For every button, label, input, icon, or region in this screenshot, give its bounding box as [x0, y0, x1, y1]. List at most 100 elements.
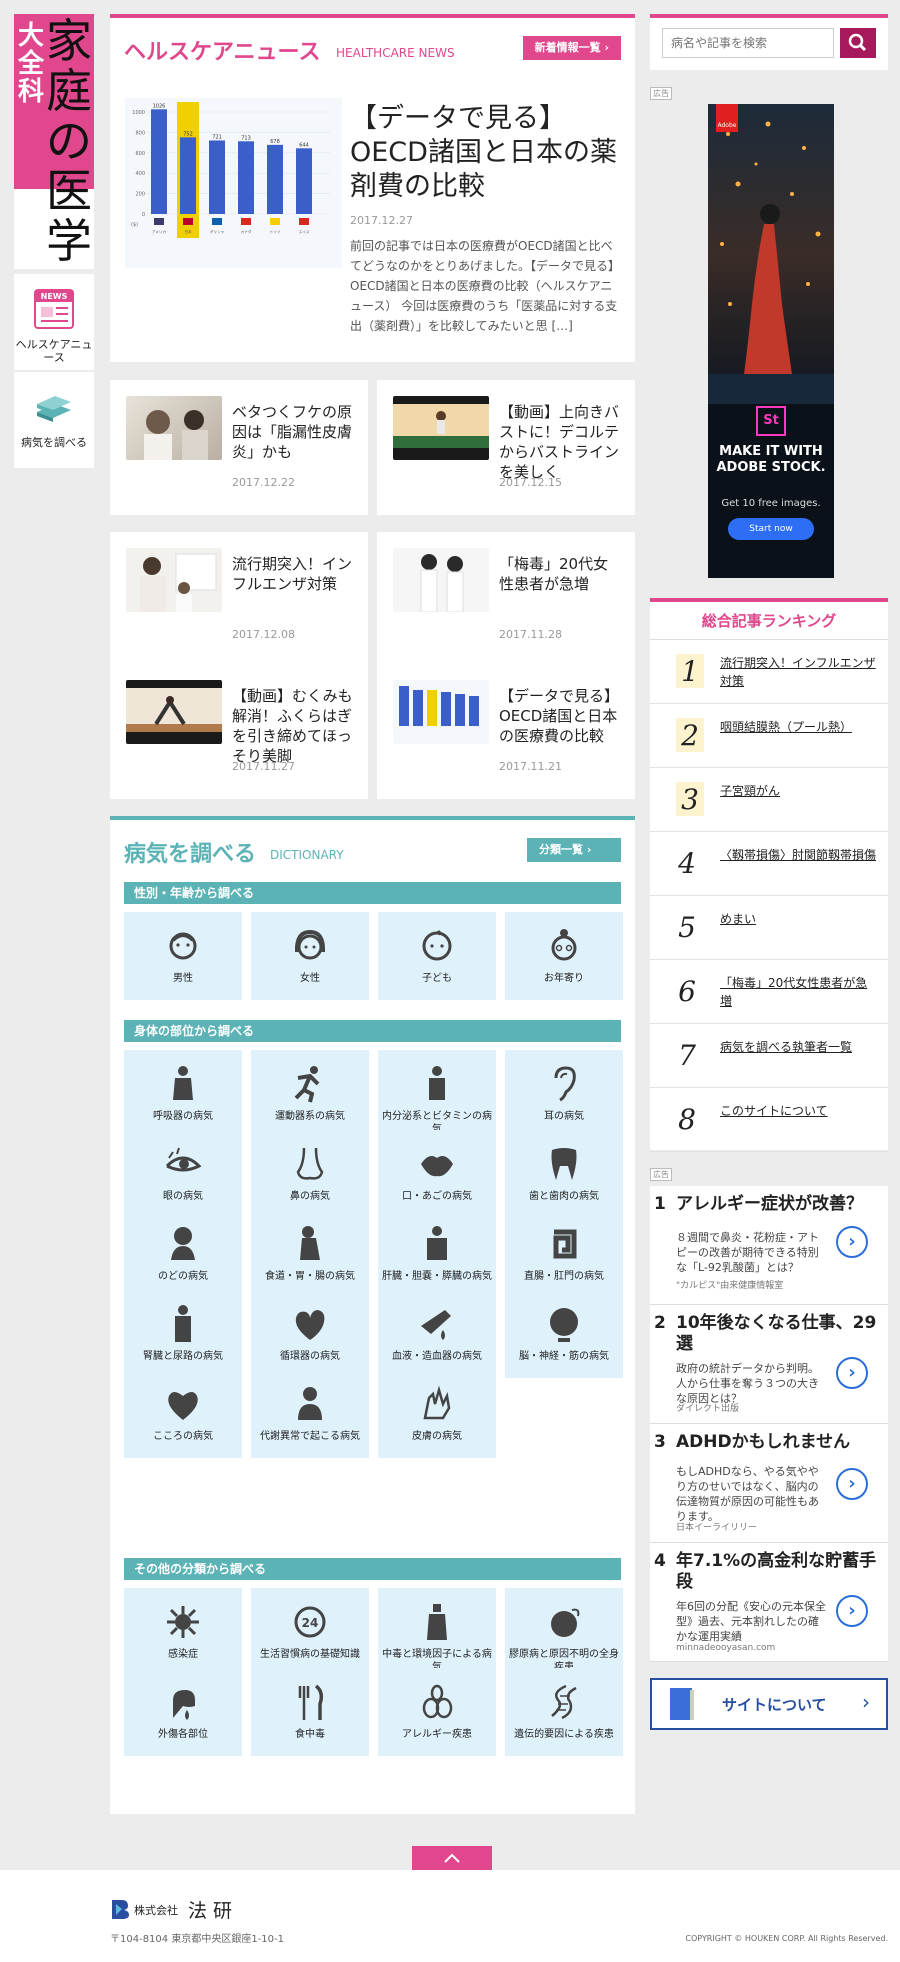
news-card[interactable]: 【データで見る】OECD諸国と日本の医療費の比較 2017.11.21: [377, 664, 635, 799]
text-ad-item[interactable]: 2 10年後なくなる仕事、29選 政府の統計データから判明。人から仕事を奪う３つの大…: [650, 1305, 888, 1424]
news-list-button[interactable]: 新着情報一覧 ›: [522, 36, 621, 60]
ranking-link[interactable]: めまい: [720, 910, 878, 928]
adobe-cta-button[interactable]: Start now: [728, 518, 814, 540]
back-to-top-button[interactable]: [412, 1846, 492, 1870]
ranking-item[interactable]: 2 咽頭結膜熱（プール熱）: [650, 704, 888, 768]
category-tile[interactable]: 中毒と環境因子による病気: [378, 1588, 496, 1676]
site-logo[interactable]: 大全科 家庭の医学: [14, 14, 94, 269]
category-tile[interactable]: 肝臓・胆嚢・膵臓の病気: [378, 1210, 496, 1298]
bottle-icon: [378, 1596, 496, 1642]
ranking-item[interactable]: 4 〈靱帯損傷〉肘関節靱帯損傷: [650, 832, 888, 896]
ad-title[interactable]: アレルギー症状が改善？: [676, 1194, 881, 1215]
ad-body: 年6回の分配《安心の元本保全型》過去、元本割れしたの確かな運用実績: [676, 1600, 826, 1643]
category-tile[interactable]: こころの病気: [124, 1370, 242, 1458]
nav-disease-dictionary[interactable]: 病気を調べる: [14, 372, 94, 468]
ranking-item[interactable]: 1 流行期突入！インフルエンザ対策: [650, 640, 888, 704]
category-tile[interactable]: 食道・胃・腸の病気: [251, 1210, 369, 1298]
ranking-item[interactable]: 5 めまい: [650, 896, 888, 960]
category-tile[interactable]: お年寄り: [505, 912, 623, 1000]
category-tile[interactable]: 24 生活習慣病の基礎知識: [251, 1588, 369, 1676]
search-button[interactable]: [840, 28, 876, 58]
category-tile-label: 口・あごの病気: [402, 1191, 472, 1202]
category-tile-label: 循環器の病気: [280, 1351, 340, 1362]
face-icon: [505, 1596, 623, 1642]
category-tile[interactable]: 代謝異常で起こる病気: [251, 1370, 369, 1458]
ranking-item[interactable]: 7 病気を調べる執筆者一覧: [650, 1024, 888, 1088]
category-tile[interactable]: 血液・造血器の病気: [378, 1290, 496, 1378]
ranking-list: 1 流行期突入！インフルエンザ対策 2 咽頭結膜熱（プール熱） 3 子宮頸がん 4 〈靱帯損傷…: [650, 640, 888, 1152]
category-tile[interactable]: 腎臓と尿路の病気: [124, 1290, 242, 1378]
text-ad-item[interactable]: 1 アレルギー症状が改善？ ８週間で鼻炎・花粉症・アトピーの改善が期待できる特別な「…: [650, 1186, 888, 1305]
fork-knife-icon: [251, 1676, 369, 1722]
category-tile[interactable]: 直腸・肛門の病気: [505, 1210, 623, 1298]
category-tile[interactable]: 子ども: [378, 912, 496, 1000]
category-tile[interactable]: 呼吸器の病気: [124, 1050, 242, 1138]
ad-title[interactable]: ADHDかもしれません: [676, 1432, 881, 1453]
ranking-item[interactable]: 3 子宮頸がん: [650, 768, 888, 832]
about-site-button[interactable]: サイトについて ›: [650, 1678, 888, 1730]
chevron-right-icon[interactable]: ›: [836, 1468, 868, 1500]
ranking-link[interactable]: 子宮頸がん: [720, 782, 878, 800]
ad-source: ダイレクト出版: [676, 1404, 740, 1414]
endocrine-icon: [378, 1058, 496, 1104]
category-tile[interactable]: 口・あごの病気: [378, 1130, 496, 1218]
search-input[interactable]: [662, 28, 834, 58]
section-band-body-part: 身体の部位から調べる: [124, 1020, 621, 1042]
category-tile[interactable]: 循環器の病気: [251, 1290, 369, 1378]
category-tile[interactable]: のどの病気: [124, 1210, 242, 1298]
company-prefix: 株式会社: [134, 1904, 178, 1917]
category-tile[interactable]: 内分泌系とビタミンの病気: [378, 1050, 496, 1138]
category-tile[interactable]: 運動器系の病気: [251, 1050, 369, 1138]
news-card[interactable]: 【動画】むくみも解消！ふくらはぎを引き締めてほっそり美脚 2017.11.27: [110, 664, 368, 799]
category-tile[interactable]: 皮膚の病気: [378, 1370, 496, 1458]
ranking-item[interactable]: 8 このサイトについて: [650, 1088, 888, 1152]
chevron-right-icon[interactable]: ›: [836, 1595, 868, 1627]
category-tile[interactable]: 食中毒: [251, 1668, 369, 1756]
category-tile[interactable]: 遺伝的要因による疾患: [505, 1668, 623, 1756]
ad-title[interactable]: 10年後なくなる仕事、29選: [676, 1313, 881, 1355]
ranking-link[interactable]: このサイトについて: [720, 1102, 878, 1120]
ranking-link[interactable]: 〈靱帯損傷〉肘関節靱帯損傷: [720, 846, 878, 864]
ranking-link[interactable]: 「梅毒」20代女性患者が急増: [720, 974, 878, 1010]
featured-article-title[interactable]: 【データで見る】OECD諸国と日本の薬剤費の比較: [350, 102, 620, 204]
ranking-item[interactable]: 6 「梅毒」20代女性患者が急増: [650, 960, 888, 1024]
category-tile[interactable]: 女性: [251, 912, 369, 1000]
dict-section-title: 病気を調べる: [124, 842, 257, 867]
text-ad-item[interactable]: 3 ADHDかもしれません もしADHDなら、やる気ややり方のせいではなく、脳内の伝…: [650, 1424, 888, 1543]
ranking-link[interactable]: 咽頭結膜熱（プール熱）: [720, 718, 878, 736]
news-card[interactable]: ベタつくフケの原因は「脂漏性皮膚炎」かも 2017.12.22: [110, 380, 368, 515]
ranking-link[interactable]: 流行期突入！インフルエンザ対策: [720, 654, 878, 690]
category-tile[interactable]: 外傷各部位: [124, 1668, 242, 1756]
houken-logo-mark[interactable]: [110, 1898, 130, 1920]
ranking-link[interactable]: 病気を調べる執筆者一覧: [720, 1038, 878, 1056]
news-card[interactable]: 【動画】上向きバストに！デコルテからバストラインを美しく 2017.12.15: [377, 380, 635, 515]
category-tile-label: 食中毒: [295, 1729, 325, 1740]
chevron-right-icon[interactable]: ›: [836, 1357, 868, 1389]
featured-chart-thumbnail[interactable]: 1000 800 600 400 200 0 ($) 1026 アメリカ 752 日本 721 ギリシャ…: [125, 98, 342, 268]
chart-flag-icon: [154, 218, 164, 225]
stomach-icon: [251, 1218, 369, 1264]
news-card[interactable]: 流行期突入！インフルエンザ対策 2017.12.08: [110, 532, 368, 667]
ad-title[interactable]: 年7.1%の高金利な貯蓄手段: [676, 1551, 881, 1593]
adobe-stock-ad[interactable]: Adobe St MAKE IT WITH ADOBE STOCK. Get 1…: [708, 104, 834, 578]
category-list-button[interactable]: 分類一覧 ›: [527, 838, 621, 862]
news-icon: NEWS: [33, 288, 75, 330]
category-tile[interactable]: 歯と歯肉の病気: [505, 1130, 623, 1218]
category-tile[interactable]: 膠原病と原因不明の全身疾患: [505, 1588, 623, 1676]
nav-healthcare-news[interactable]: NEWS ヘルスケアニュース: [14, 274, 94, 370]
ad-body: ８週間で鼻炎・花粉症・アトピーの改善が期待できる特別な「L-92乳酸菌」とは？: [676, 1231, 819, 1274]
chart-category-label: アメリカ: [152, 229, 167, 234]
category-tile[interactable]: 脳・神経・筋の病気: [505, 1290, 623, 1378]
chart-ytick: 800: [135, 130, 145, 136]
chevron-right-icon[interactable]: ›: [836, 1226, 868, 1258]
news-card[interactable]: 「梅毒」20代女性患者が急増 2017.11.28: [377, 532, 635, 667]
category-tile[interactable]: 感染症: [124, 1588, 242, 1676]
category-tile[interactable]: 眼の病気: [124, 1130, 242, 1218]
blood-drop-icon: [378, 1298, 496, 1344]
category-tile[interactable]: 耳の病気: [505, 1050, 623, 1138]
category-tile[interactable]: 鼻の病気: [251, 1130, 369, 1218]
text-ad-item[interactable]: 4 年7.1%の高金利な貯蓄手段 年6回の分配《安心の元本保全型》過去、元本割れした…: [650, 1543, 888, 1662]
category-tile[interactable]: アレルギー疾患: [378, 1668, 496, 1756]
category-tile[interactable]: 男性: [124, 912, 242, 1000]
category-tile-label: お年寄り: [544, 973, 584, 984]
